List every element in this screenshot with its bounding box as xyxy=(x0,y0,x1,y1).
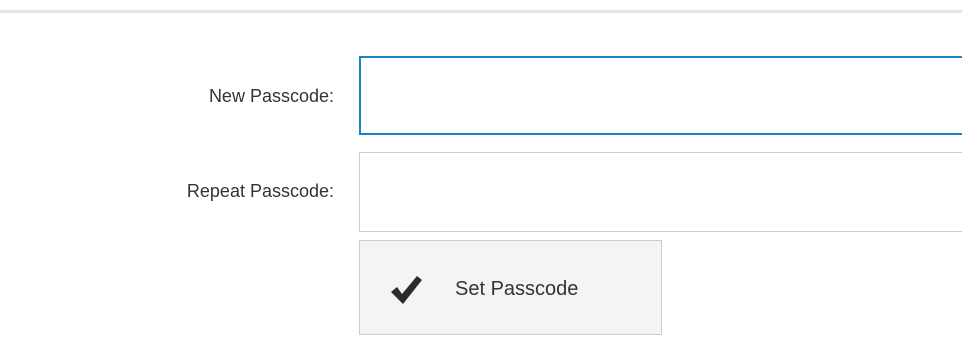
new-passcode-input[interactable] xyxy=(359,56,962,135)
set-passcode-button-label: Set Passcode xyxy=(455,278,579,300)
repeat-passcode-input[interactable] xyxy=(359,152,962,232)
new-passcode-label: New Passcode: xyxy=(208,86,334,106)
repeat-passcode-label: Repeat Passcode: xyxy=(186,181,334,201)
set-passcode-button[interactable]: Set Passcode xyxy=(359,240,662,335)
passcode-form: New Passcode: Repeat Passcode: Set Passc… xyxy=(0,0,962,349)
passcode-page: New Passcode: Repeat Passcode: Set Passc… xyxy=(0,0,962,349)
checkmark-icon xyxy=(391,276,422,304)
